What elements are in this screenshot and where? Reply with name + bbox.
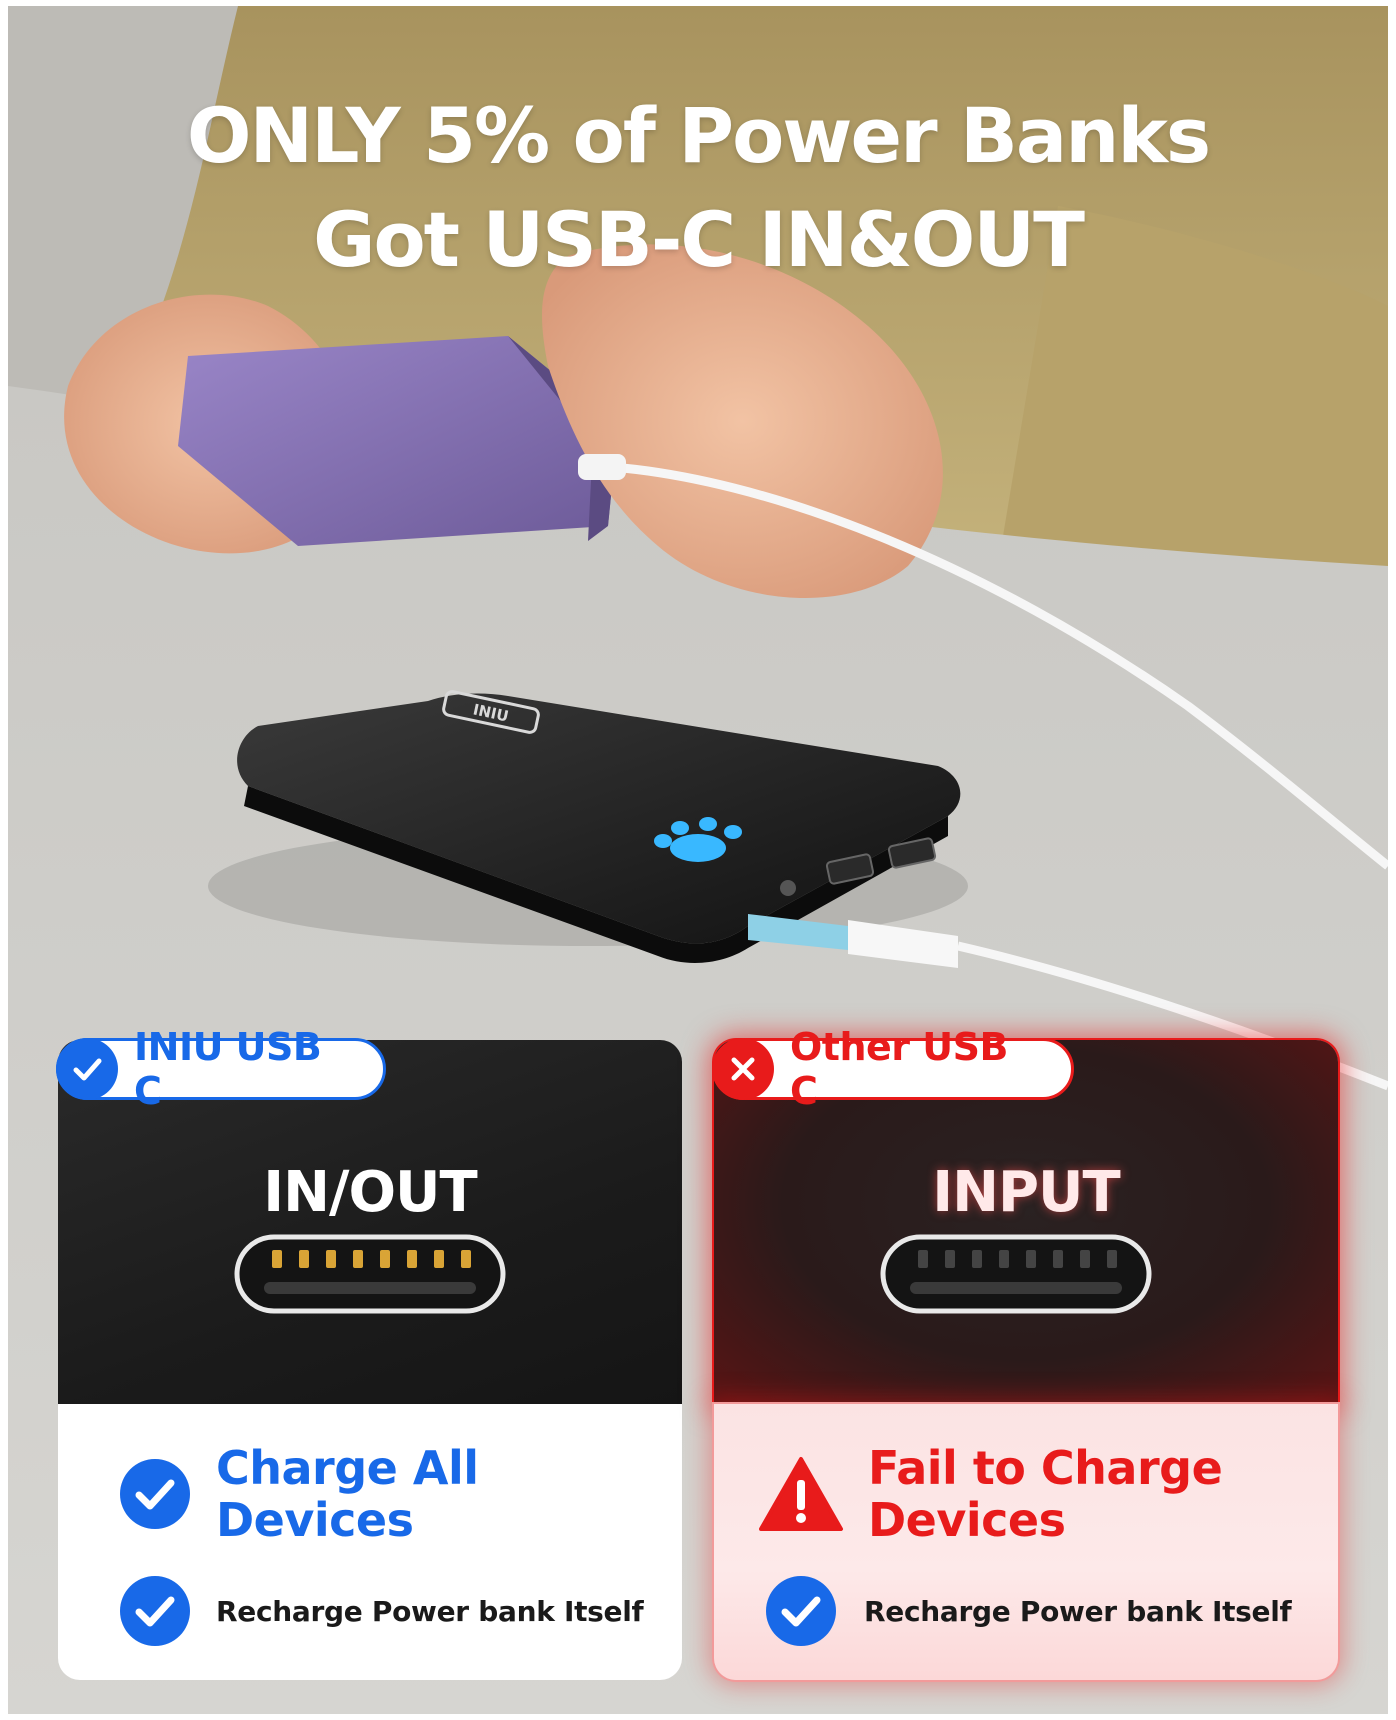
other-comparison-card: INPUT Fail to Charge Devices Recharge Po… (712, 1025, 1338, 1680)
feature-main-text: Charge All Devices (216, 1441, 479, 1547)
usb-c-port-icon (234, 1234, 506, 1314)
cross-icon (712, 1038, 774, 1100)
product-image: INIU ONLY 5% of Power Banks Got USB-C IN… (8, 6, 1388, 1714)
feature-main-text: Fail to Charge Devices (868, 1441, 1223, 1547)
headline: ONLY 5% of Power Banks Got USB-C IN&OUT (8, 84, 1388, 292)
feature-list: Fail to Charge Devices Recharge Power ba… (714, 1404, 1338, 1680)
usb-c-port-icon (880, 1234, 1152, 1314)
feature-list: Charge All Devices Recharge Power bank I… (58, 1404, 682, 1680)
feature-row-main: Charge All Devices (120, 1442, 576, 1546)
headline-line-1: ONLY 5% of Power Banks (186, 91, 1211, 180)
feature-row-secondary: Recharge Power bank Itself (766, 1576, 1292, 1646)
iniu-badge: INIU USB C (56, 1025, 386, 1113)
check-icon (766, 1576, 836, 1646)
port-label: IN/OUT (263, 1160, 477, 1225)
headline-line-2: Got USB-C IN&OUT (313, 195, 1085, 284)
feature-row-main: Fail to Charge Devices (758, 1442, 1228, 1546)
check-icon (120, 1459, 190, 1529)
warning-icon (759, 1457, 843, 1531)
iniu-comparison-card: IN/OUT Charge All Devices Recharge Power… (56, 1025, 682, 1680)
feature-secondary-text: Recharge Power bank Itself (216, 1594, 644, 1628)
feature-row-secondary: Recharge Power bank Itself (120, 1576, 644, 1646)
badge-label: INIU USB C (134, 1025, 322, 1113)
check-icon (56, 1038, 118, 1100)
feature-secondary-text: Recharge Power bank Itself (864, 1594, 1292, 1628)
badge-label: Other USB C (790, 1025, 1008, 1113)
port-label: INPUT (932, 1160, 1120, 1225)
other-badge: Other USB C (712, 1025, 1074, 1113)
check-icon (120, 1576, 190, 1646)
